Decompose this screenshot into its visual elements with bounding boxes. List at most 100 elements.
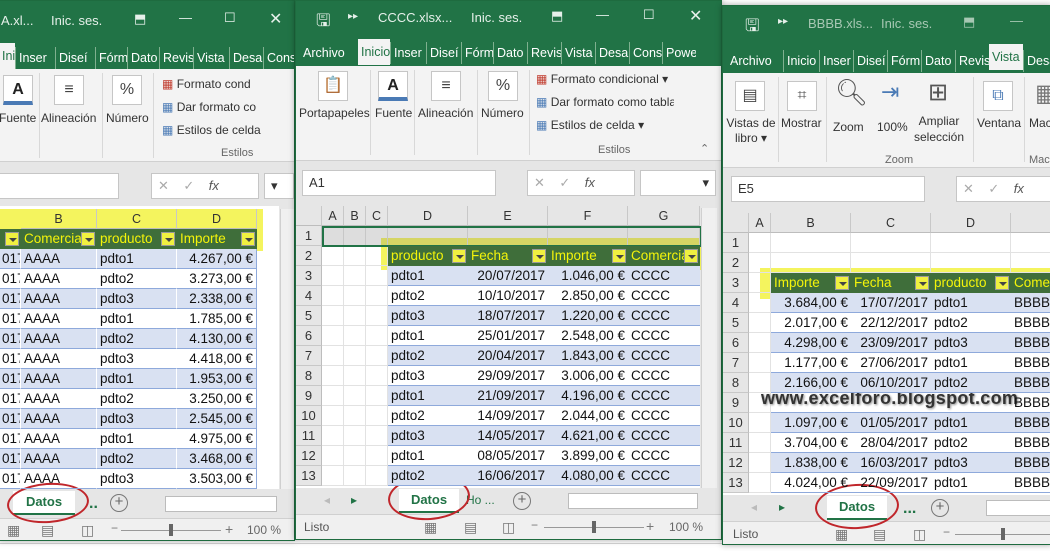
horizontal-scrollbar[interactable] xyxy=(568,493,698,509)
table-cell[interactable]: pdto3 xyxy=(931,333,1011,353)
new-sheet-button[interactable]: + xyxy=(513,492,531,510)
horizontal-scrollbar[interactable] xyxy=(165,496,277,512)
row-header[interactable]: 1 xyxy=(723,233,749,253)
zoom-in-button[interactable]: + xyxy=(646,518,654,534)
empty-cell[interactable] xyxy=(931,233,1011,253)
filter-dropdown[interactable] xyxy=(995,276,1009,290)
table-cell[interactable]: 14/05/2017 xyxy=(468,426,548,446)
empty-cell[interactable] xyxy=(1011,233,1050,253)
zoom-level[interactable]: 100 % xyxy=(669,520,703,534)
tab-diseí[interactable]: Diseí xyxy=(426,42,461,64)
tab-inser[interactable]: Inser xyxy=(819,50,853,72)
enter-icon[interactable]: ✓ xyxy=(183,178,194,193)
fuente-group-button[interactable]: Fuente xyxy=(0,111,36,125)
table-cell[interactable]: AAAA xyxy=(21,269,97,289)
table-cell[interactable]: BBBB xyxy=(1011,373,1050,393)
empty-cell[interactable] xyxy=(344,406,366,426)
table-cell[interactable]: 3.899,00 € xyxy=(548,446,628,466)
empty-cell[interactable] xyxy=(366,286,388,306)
zoom-slider-thumb[interactable] xyxy=(1001,528,1005,540)
empty-cell[interactable] xyxy=(749,293,771,313)
macros-button[interactable]: Macros xyxy=(1029,116,1050,130)
ampliar-seleccion-button[interactable]: Ampliar selección xyxy=(913,113,965,145)
table-cell[interactable]: pdto3 xyxy=(931,453,1011,473)
fx-icon[interactable]: fx xyxy=(209,178,219,193)
table-cell[interactable]: 017 xyxy=(0,349,21,369)
tab-inser[interactable]: Inser xyxy=(390,42,426,64)
window-icon[interactable]: ⧉ xyxy=(983,81,1013,111)
table-cell[interactable]: BBBB xyxy=(1011,473,1050,493)
table-cell[interactable]: pdto1 xyxy=(931,413,1011,433)
table-cell[interactable]: 2.545,00 € xyxy=(177,409,257,429)
table-cell[interactable]: 4.024,00 € xyxy=(771,473,851,493)
table-cell[interactable]: pdto2 xyxy=(97,389,177,409)
cancel-icon[interactable]: ✕ xyxy=(534,175,545,190)
table-cell[interactable]: BBBB xyxy=(1011,313,1050,333)
next-sheet-icon[interactable]: ▸ xyxy=(779,500,785,514)
empty-cell[interactable] xyxy=(749,333,771,353)
percent-icon[interactable]: % xyxy=(488,71,518,101)
empty-cell[interactable] xyxy=(366,406,388,426)
cancel-icon[interactable]: ✕ xyxy=(158,178,169,193)
font-color-icon[interactable]: A xyxy=(378,71,408,101)
zoom-out-button[interactable]: − xyxy=(531,518,538,532)
table-cell[interactable]: 28/04/2017 xyxy=(851,433,931,453)
formula-bar[interactable]: ▾ xyxy=(264,173,294,199)
table-cell[interactable]: 017 xyxy=(0,249,21,269)
table-cell[interactable]: 23/09/2017 xyxy=(851,333,931,353)
align-icon[interactable]: ≡ xyxy=(431,71,461,101)
tab-vista[interactable]: Vista xyxy=(561,42,595,64)
table-cell[interactable]: AAAA xyxy=(21,249,97,269)
table-cell[interactable]: pdto3 xyxy=(388,366,468,386)
row-header[interactable]: 6 xyxy=(296,326,322,346)
empty-cell[interactable] xyxy=(344,466,366,486)
empty-cell[interactable] xyxy=(749,453,771,473)
page-layout-icon[interactable]: ▤ xyxy=(41,522,54,539)
empty-cell[interactable] xyxy=(322,246,344,266)
minimize-button[interactable]: — xyxy=(596,7,609,22)
row-header[interactable]: 7 xyxy=(296,346,322,366)
table-cell[interactable]: 1.046,00 € xyxy=(548,266,628,286)
table-cell[interactable]: BBBB xyxy=(1011,333,1050,353)
empty-cell[interactable] xyxy=(749,233,771,253)
formula-bar[interactable]: ▾ xyxy=(640,170,716,196)
column-header-F[interactable]: F xyxy=(548,206,628,226)
format-as-table-button[interactable]: ▦ Dar formato como tabla xyxy=(536,95,674,109)
table-cell[interactable]: 017 xyxy=(0,389,21,409)
table-cell[interactable]: pdto1 xyxy=(97,429,177,449)
table-cell[interactable]: 3.468,00 € xyxy=(177,449,257,469)
row-header[interactable]: 9 xyxy=(296,386,322,406)
table-cell[interactable]: AAAA xyxy=(21,289,97,309)
workbook-views-icon[interactable]: ▤ xyxy=(735,81,765,111)
table-cell[interactable]: 2.548,00 € xyxy=(548,326,628,346)
page-layout-icon[interactable]: ▤ xyxy=(873,526,886,543)
table-cell[interactable]: 29/09/2017 xyxy=(468,366,548,386)
table-cell[interactable]: 1.097,00 € xyxy=(771,413,851,433)
row-header[interactable]: 8 xyxy=(723,373,749,393)
filter-dropdown[interactable] xyxy=(161,232,175,246)
fuente-group-button[interactable]: Fuente xyxy=(375,106,412,120)
table-cell[interactable]: AAAA xyxy=(21,309,97,329)
table-cell[interactable]: 4.975,00 € xyxy=(177,429,257,449)
table-cell[interactable]: 017 xyxy=(0,309,21,329)
table-cell[interactable]: 20/07/2017 xyxy=(468,266,548,286)
tab-fórm[interactable]: Fórm xyxy=(887,50,921,72)
empty-cell[interactable] xyxy=(366,326,388,346)
table-cell[interactable]: 08/05/2017 xyxy=(468,446,548,466)
empty-cell[interactable] xyxy=(344,366,366,386)
row-header[interactable]: 5 xyxy=(723,313,749,333)
empty-cell[interactable] xyxy=(366,246,388,266)
more-sheets[interactable]: ... xyxy=(903,500,916,518)
save-icon[interactable]: 🖫 xyxy=(745,13,759,42)
table-cell[interactable] xyxy=(771,393,851,413)
table-cell[interactable]: CCCC xyxy=(628,366,700,386)
column-header-G[interactable]: G xyxy=(628,206,700,226)
name-box[interactable]: A1 xyxy=(302,170,496,196)
table-cell[interactable]: 4.621,00 € xyxy=(548,426,628,446)
table-cell[interactable]: pdto3 xyxy=(388,426,468,446)
format-as-table-button[interactable]: ▦ Dar formato co xyxy=(162,100,256,114)
tab-vista[interactable]: Vista xyxy=(989,44,1023,70)
empty-cell[interactable] xyxy=(468,226,548,246)
empty-cell[interactable] xyxy=(548,226,628,246)
table-cell[interactable]: AAAA xyxy=(21,369,97,389)
